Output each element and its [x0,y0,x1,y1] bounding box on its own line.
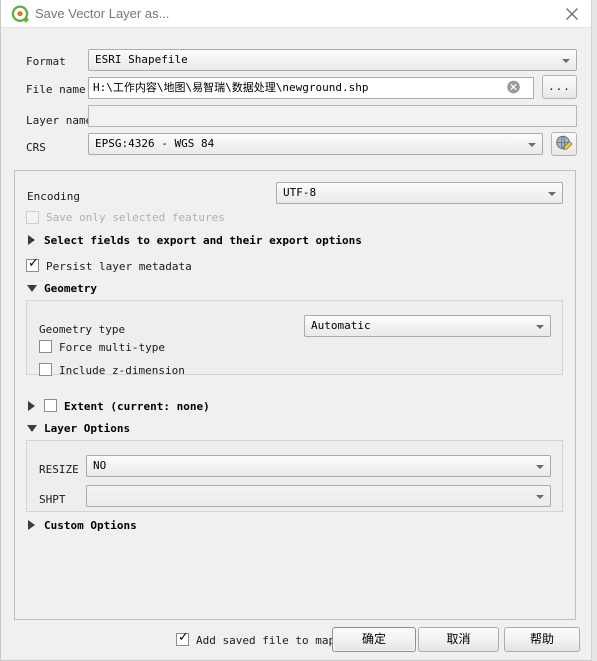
title-bar: Save Vector Layer as... [1,0,593,28]
include-z-dimension-label: Include z-dimension [59,364,185,377]
help-button-label: 帮助 [529,632,554,646]
encoding-combo[interactable]: UTF-8 [276,182,563,204]
encoding-label: Encoding [27,190,80,203]
save-only-selected-label: Save only selected features [46,211,225,224]
clear-circle-icon[interactable] [506,80,521,94]
cancel-button[interactable]: 取消 [418,627,499,652]
file-name-value: H:\工作内容\地图\易智瑞\数据处理\newground.shp [93,81,369,94]
geometry-type-label: Geometry type [39,323,126,336]
dialog-title: Save Vector Layer as... [35,6,170,21]
force-multi-type-checkbox[interactable] [39,340,52,353]
ok-button-label: 确定 [361,632,386,646]
select-crs-button[interactable] [551,132,577,156]
custom-options-expander-icon[interactable] [28,520,35,530]
qgis-logo-icon [11,5,29,23]
extent-expander-icon[interactable] [28,401,35,411]
encoding-value: UTF-8 [283,186,317,199]
shpt-combo[interactable] [86,485,551,507]
persist-metadata-label: Persist layer metadata [46,260,192,273]
file-name-label: File name [26,83,86,96]
chevron-down-icon [536,495,544,499]
globe-edit-icon [552,134,576,154]
force-multi-type-label: Force multi-type [59,341,165,354]
crs-combo[interactable]: EPSG:4326 - WGS 84 [88,133,543,155]
check-icon: ✓ [28,256,39,271]
browse-button-label: ... [548,80,571,93]
format-value: ESRI Shapefile [95,53,188,66]
add-saved-file-checkbox[interactable]: ✓ [176,630,189,646]
format-label: Format [26,55,66,68]
select-fields-expander-icon[interactable] [28,235,35,245]
save-vector-layer-dialog: Save Vector Layer as... Format ESRI Shap… [0,0,597,661]
extent-checkbox[interactable] [44,399,57,412]
save-only-selected-checkbox [26,211,39,224]
layer-name-label: Layer name [26,114,93,127]
chevron-down-icon [536,325,544,329]
resize-label: RESIZE [39,463,79,476]
geometry-expander-icon[interactable] [27,285,37,292]
chevron-down-icon [528,143,536,147]
window-right-edge [591,0,597,661]
cancel-button-label: 取消 [446,632,471,646]
layer-options-expander-icon[interactable] [27,425,37,432]
chevron-down-icon [536,465,544,469]
include-z-dimension-checkbox[interactable] [39,363,52,376]
ok-button[interactable]: 确定 [332,627,416,652]
browse-file-button[interactable]: ... [542,75,577,99]
extent-title[interactable]: Extent (current: none) [64,400,210,413]
chevron-down-icon [548,192,556,196]
check-icon: ✓ [178,630,189,645]
layer-options-title[interactable]: Layer Options [44,422,130,435]
format-combo[interactable]: ESRI Shapefile [88,49,577,71]
file-name-input[interactable]: H:\工作内容\地图\易智瑞\数据处理\newground.shp [88,77,534,99]
geometry-type-value: Automatic [311,319,371,332]
geometry-type-combo[interactable]: Automatic [304,315,551,337]
resize-value: NO [93,459,107,472]
shpt-label: SHPT [39,493,66,506]
geometry-title[interactable]: Geometry [44,282,97,295]
resize-combo[interactable]: NO [86,455,551,477]
add-saved-file-label: Add saved file to map [196,634,336,647]
custom-options-title[interactable]: Custom Options [44,519,137,532]
crs-label: CRS [26,141,46,154]
layer-name-input[interactable] [88,105,577,127]
persist-metadata-checkbox[interactable]: ✓ [26,256,39,272]
chevron-down-icon [562,59,570,63]
crs-value: EPSG:4326 - WGS 84 [95,137,215,150]
select-fields-title[interactable]: Select fields to export and their export… [44,234,362,247]
close-icon[interactable] [559,3,585,25]
options-panel: Encoding UTF-8 Save only selected featur… [14,170,576,620]
help-button[interactable]: 帮助 [504,627,580,652]
